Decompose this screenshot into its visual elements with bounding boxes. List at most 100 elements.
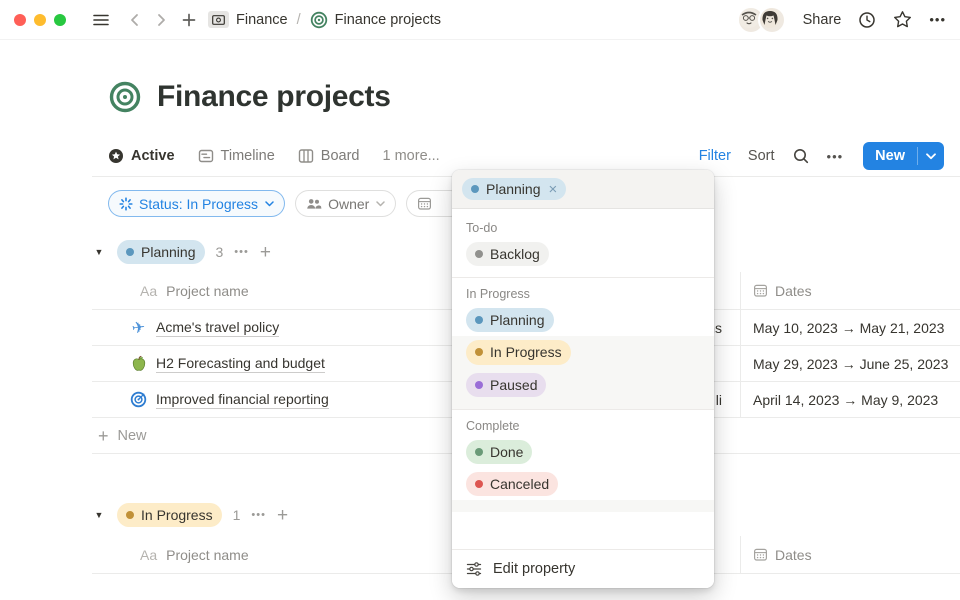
dates-cell[interactable]: May 29, 2023 → June 25, 2023 xyxy=(740,346,960,381)
finance-page-icon xyxy=(208,11,229,28)
status-dot xyxy=(475,250,483,258)
breadcrumb-root[interactable]: Finance xyxy=(236,12,288,28)
group-add-icon[interactable]: + xyxy=(277,506,288,525)
option-done[interactable]: Done xyxy=(452,436,714,468)
collaborator-avatars[interactable] xyxy=(737,6,786,34)
option-label: Paused xyxy=(490,376,537,394)
sliders-icon xyxy=(466,561,482,577)
sort-button[interactable]: Sort xyxy=(748,148,775,164)
plus-icon: + xyxy=(98,427,109,445)
timeline-view-icon xyxy=(198,148,214,164)
group-more-icon[interactable]: ••• xyxy=(234,246,249,258)
add-row-label: New xyxy=(118,428,147,444)
option-in-progress[interactable]: In Progress xyxy=(452,336,714,368)
chevron-down-icon xyxy=(376,201,385,207)
calendar-icon xyxy=(417,196,432,211)
section-label-complete: Complete xyxy=(452,410,714,436)
date-range: April 14, 2023 → May 9, 2023 xyxy=(753,392,938,408)
filter-button[interactable]: Filter xyxy=(699,148,731,164)
breadcrumb-page[interactable]: Finance projects xyxy=(335,12,441,28)
selected-status-tag[interactable]: Planning × xyxy=(462,178,566,200)
back-button[interactable] xyxy=(122,7,148,33)
page-title[interactable]: Finance projects xyxy=(157,80,391,114)
starred-view-icon xyxy=(108,148,124,164)
group-more-icon[interactable]: ••• xyxy=(251,509,266,521)
status-dot xyxy=(475,448,483,456)
collapse-triangle-icon[interactable]: ▼ xyxy=(92,247,106,257)
new-button-chevron-icon[interactable] xyxy=(918,142,944,170)
tab-board-label: Board xyxy=(321,148,360,164)
edit-property-button[interactable]: Edit property xyxy=(452,549,714,588)
status-dot xyxy=(471,185,479,193)
page-target-icon xyxy=(310,11,328,29)
date-range: May 29, 2023 → June 25, 2023 xyxy=(753,356,948,372)
section-label-todo: To-do xyxy=(452,212,714,238)
status-filter-input[interactable]: Planning × xyxy=(452,170,714,209)
column-project-name[interactable]: Project name xyxy=(166,547,248,563)
forward-button[interactable] xyxy=(148,7,174,33)
tab-timeline-label: Timeline xyxy=(221,148,275,164)
dates-cell[interactable]: April 14, 2023 → May 9, 2023 xyxy=(740,382,960,417)
search-icon[interactable] xyxy=(792,147,810,165)
view-options-icon[interactable]: ••• xyxy=(827,149,844,164)
column-project-name[interactable]: Project name xyxy=(166,283,248,299)
status-spinner-icon xyxy=(119,197,133,211)
group-count: 3 xyxy=(216,244,224,260)
group-count: 1 xyxy=(233,507,241,523)
column-dates[interactable]: Dates xyxy=(775,283,812,299)
option-backlog[interactable]: Backlog xyxy=(452,238,714,270)
tab-timeline-view[interactable]: Timeline xyxy=(198,148,275,164)
group-in-progress-badge[interactable]: In Progress xyxy=(117,503,222,527)
status-filter-chip[interactable]: Status: In Progress xyxy=(108,190,285,217)
owner-filter-label: Owner xyxy=(328,196,369,212)
new-button[interactable]: New xyxy=(863,142,944,170)
minimize-window-button[interactable] xyxy=(34,14,46,26)
text-type-icon: Aa xyxy=(140,547,157,563)
status-dot xyxy=(126,248,134,256)
more-views-button[interactable]: 1 more... xyxy=(383,148,440,164)
selected-status-label: Planning xyxy=(486,181,541,197)
owner-filter-chip[interactable]: Owner xyxy=(295,190,396,217)
option-canceled[interactable]: Canceled xyxy=(452,468,714,500)
zoom-window-button[interactable] xyxy=(54,14,66,26)
project-title[interactable]: Improved financial reporting xyxy=(156,391,329,409)
updates-clock-icon[interactable] xyxy=(858,11,876,29)
option-planning[interactable]: Planning xyxy=(452,304,714,336)
dates-cell[interactable]: May 10, 2023 → May 21, 2023 xyxy=(740,310,960,345)
breadcrumb: Finance / Finance projects xyxy=(208,11,441,29)
section-label-in-progress: In Progress xyxy=(452,278,714,304)
status-filter-dropdown: Planning × To-do Backlog In Progress Pla… xyxy=(452,170,714,588)
traffic-lights xyxy=(14,14,66,26)
status-dot xyxy=(475,316,483,324)
share-button[interactable]: Share xyxy=(803,12,842,28)
group-in-progress-label: In Progress xyxy=(141,506,213,524)
tab-active-view[interactable]: Active xyxy=(108,148,175,164)
status-dot xyxy=(475,381,483,389)
project-title[interactable]: H2 Forecasting and budget xyxy=(156,355,325,373)
more-options-icon[interactable]: ••• xyxy=(929,12,946,27)
dart-target-icon xyxy=(130,391,147,408)
apple-icon xyxy=(130,355,147,372)
column-dates[interactable]: Dates xyxy=(775,547,812,563)
airplane-icon: ✈ xyxy=(129,319,148,337)
remove-tag-icon[interactable]: × xyxy=(549,182,558,197)
group-add-icon[interactable]: + xyxy=(260,243,271,262)
option-label: Canceled xyxy=(490,475,549,493)
favorite-star-icon[interactable] xyxy=(893,10,912,29)
new-page-button[interactable] xyxy=(176,7,202,33)
status-dot xyxy=(475,480,483,488)
close-window-button[interactable] xyxy=(14,14,26,26)
collapse-triangle-icon[interactable]: ▼ xyxy=(92,510,106,520)
page-title-target-icon[interactable] xyxy=(108,80,142,114)
option-paused[interactable]: Paused xyxy=(452,369,714,401)
edit-property-label: Edit property xyxy=(493,561,575,577)
option-label: Planning xyxy=(490,311,545,329)
new-button-label[interactable]: New xyxy=(863,142,917,170)
text-type-icon: Aa xyxy=(140,283,157,299)
tab-board-view[interactable]: Board xyxy=(298,148,360,164)
group-planning-badge[interactable]: Planning xyxy=(117,240,205,264)
group-planning-label: Planning xyxy=(141,243,196,261)
avatar xyxy=(758,6,786,34)
project-title[interactable]: Acme's travel policy xyxy=(156,319,279,337)
sidebar-menu-button[interactable] xyxy=(88,7,114,33)
